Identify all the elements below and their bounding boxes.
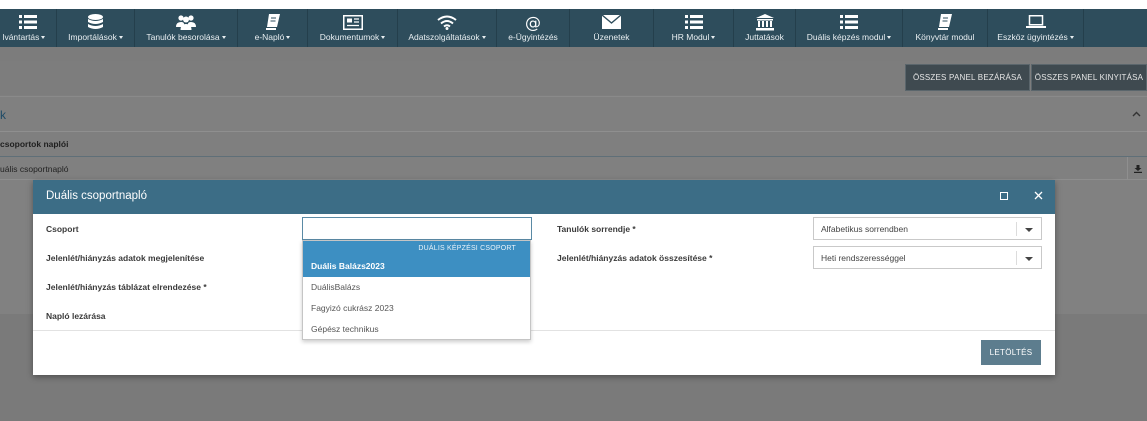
open-all-panels-button[interactable]: ÖSSZES PANEL KINYITÁSA [1031,64,1147,91]
chevron-up-icon[interactable] [1132,108,1141,120]
nav-label: HR Modul [671,32,710,42]
close-icon[interactable] [1034,188,1043,202]
section-label: csoportok naplói [0,139,69,149]
chevron-down-icon [1025,228,1033,232]
caret-down-icon [118,36,123,40]
list-icon [684,13,703,31]
caret-down-icon [41,36,46,40]
page-toolbar-strip [0,47,1147,61]
wifi-icon [437,13,457,31]
list-icon [19,13,37,31]
nav-label: lvántartás [2,32,40,42]
attendance-summary-select[interactable]: Heti rendszerességgel [813,246,1042,269]
attendance-table-layout-label: Jelenlét/hiányzás táblázat elrendezése * [46,282,207,292]
nav-item-e-ugyintezes[interactable]: @ e-Ügyintézés [497,9,570,47]
modal-header: Duális csoportnapló [33,180,1055,214]
top-strip [0,0,1147,9]
caret-down-icon [1069,36,1074,40]
student-order-value: Alfabetikus sorrendben [821,223,908,234]
nav-label: Adatszolgáltatások [408,32,480,42]
student-order-select[interactable]: Alfabetikus sorrendben [813,217,1042,240]
main-navbar: lvántartás Importálások Tanulók besorolá… [0,9,1147,47]
nav-item-hr-modul[interactable]: HR Modul [654,9,734,47]
nav-label: Juttatások [745,32,784,42]
attendance-summary-label: Jelenlét/hiányzás adatok összesítése * [557,253,713,263]
nav-item-importalasok[interactable]: Importálások [57,9,135,47]
dropdown-option[interactable]: Fagyizó cukrász 2023 [303,298,530,318]
nav-label: e-Ügyintézés [508,32,558,42]
nav-label: Eszköz ügyintézés [997,32,1068,42]
nav-item-tanulok-besorolasa[interactable]: Tanulók besorolása [135,9,238,47]
caret-down-icon [481,36,486,40]
attendance-display-label: Jelenlét/hiányzás adatok megjelenítése [46,253,205,263]
student-order-label: Tanulók sorrendje * [557,224,636,234]
group-select-input[interactable] [302,217,532,240]
panel-header[interactable]: k [0,96,1147,132]
bank-icon [755,13,774,31]
group-label: Csoport [46,224,79,234]
close-all-panels-button[interactable]: ÖSSZES PANEL BEZÁRÁSA [905,64,1030,91]
nav-item-uzenetek[interactable]: Üzenetek [570,9,654,47]
dropdown-option[interactable]: Gépész technikus [303,319,530,339]
nav-label: Üzenetek [593,32,630,42]
modal-body: Csoport Jelenlét/hiányzás adatok megjele… [33,214,1055,330]
chevron-down-icon [1025,257,1033,261]
nav-label: Dokumentumok [319,32,380,42]
dropdown-group-title: DUÁLIS KÉPZÉSI CSOPORT [418,245,516,252]
modal-footer: LETÖLTÉS [33,330,1055,375]
select-separator [1016,222,1017,236]
caret-down-icon [711,36,716,40]
caret-down-icon [286,36,291,40]
nav-item-juttatasok[interactable]: Juttatások [734,9,796,47]
nav-label: Könyvtár modul [915,32,975,42]
newspaper-icon [342,13,363,31]
nav-item-e-naplo[interactable]: e-Napló [238,9,308,47]
nav-label: Importálások [68,32,117,42]
nav-item-adatszolgaltatasok[interactable]: Adatszolgáltatások [398,9,497,47]
users-icon [176,13,196,31]
list-icon [840,13,858,31]
panel-title: k [0,108,6,122]
caret-down-icon [221,36,226,40]
envelope-icon [602,13,621,31]
select-separator [1016,251,1017,265]
dropdown-option[interactable]: Duális Balázs2023 [303,256,530,276]
journal-row-label: uális csoportnapló [0,164,69,174]
laptop-icon [1025,13,1046,31]
at-icon: @ [525,12,541,32]
nav-item-dualis-kepzes-modul[interactable]: Duális képzés modul [796,9,903,47]
download-button[interactable]: LETÖLTÉS [981,340,1041,365]
caret-down-icon [887,36,892,40]
database-icon [88,13,103,31]
download-icon[interactable] [1127,157,1147,180]
maximize-icon[interactable] [1000,192,1008,200]
journal-row[interactable]: uális csoportnapló [0,156,1147,180]
nav-item-konyvtar-modul[interactable]: Könyvtár modul [903,9,988,47]
caret-down-icon [381,36,386,40]
dropdown-option[interactable]: DuálisBalázs [303,277,530,297]
group-dropdown-list: DUÁLIS KÉPZÉSI CSOPORT Duális Balázs2023… [302,240,531,340]
nav-item-eszkoz-ugyintezes[interactable]: Eszköz ügyintézés [988,9,1084,47]
book-icon [265,13,280,31]
nav-item-dokumentumok[interactable]: Dokumentumok [308,9,398,47]
modal-title: Duális csoportnapló [46,190,148,202]
close-journal-label: Napló lezárása [46,311,106,321]
nav-label: e-Napló [254,32,285,42]
nav-item-nyilvantartas[interactable]: lvántartás [0,9,57,47]
dual-group-journal-modal: Duális csoportnapló Csoport Jelenlét/hiá… [33,180,1055,375]
nav-label: Tanulók besorolása [146,32,220,42]
nav-label: Duális képzés modul [806,32,886,42]
attendance-summary-value: Heti rendszerességgel [821,252,906,263]
book-icon [938,13,952,31]
